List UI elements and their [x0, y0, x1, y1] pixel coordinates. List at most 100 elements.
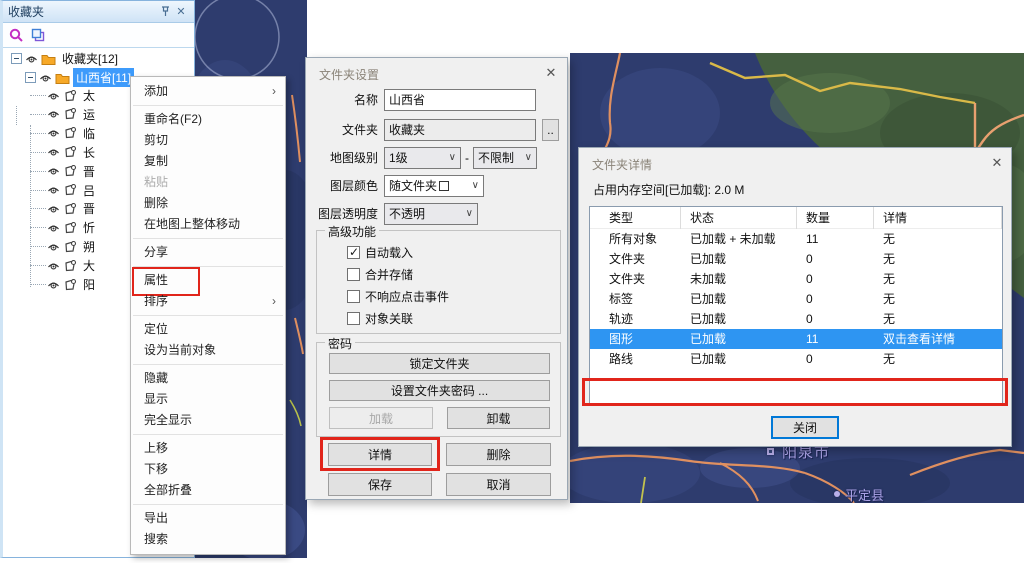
tree-row-root[interactable]: 收藏夹[12] [11, 49, 121, 68]
tree-row[interactable]: 运 [47, 105, 98, 124]
details-button[interactable]: 详情 [328, 443, 432, 466]
column-header[interactable]: 详情 [874, 207, 1002, 229]
menu-item[interactable]: 定位 [131, 319, 285, 340]
menu-item[interactable]: 排序› [131, 291, 285, 312]
menu-item[interactable]: 复制 [131, 151, 285, 172]
tree-row[interactable]: 长 [47, 143, 98, 162]
tree-item-label[interactable]: 晋 [80, 162, 98, 181]
tree-row[interactable]: 忻 [47, 218, 98, 237]
layer-color-dropdown[interactable]: 随文件夹∨ [384, 175, 484, 197]
browse-button[interactable]: .. [542, 119, 559, 141]
menu-item[interactable]: 隐藏 [131, 368, 285, 389]
table-row[interactable]: 标签已加载0无 [590, 289, 1002, 309]
table-row[interactable]: 文件夹未加载0无 [590, 269, 1002, 289]
tree-row[interactable]: 晋 [47, 199, 98, 218]
set-password-button[interactable]: 设置文件夹密码 ... [329, 380, 550, 401]
checkbox[interactable] [347, 290, 360, 303]
tree-root-label[interactable]: 收藏夹[12] [59, 49, 121, 68]
tree-item-label[interactable]: 忻 [80, 218, 98, 237]
menu-item[interactable]: 搜索 [131, 529, 285, 550]
checkbox-row[interactable]: 对象关联 [347, 310, 413, 326]
lock-folder-button[interactable]: 锁定文件夹 [329, 353, 550, 374]
menu-item[interactable]: 添加› [131, 81, 285, 102]
close-icon[interactable]: ✕ [989, 155, 1005, 171]
folder-input[interactable]: 收藏夹 [384, 119, 536, 141]
tree-selected-label[interactable]: 山西省[11] [73, 68, 134, 87]
tree-row[interactable]: 朔 [47, 237, 98, 256]
level-to-dropdown[interactable]: 不限制∨ [473, 147, 537, 169]
tree-row[interactable]: 阳 [47, 275, 98, 294]
checkbox-checked[interactable] [347, 246, 360, 259]
close-icon[interactable]: ✕ [173, 5, 189, 19]
eye-icon[interactable] [47, 204, 60, 214]
unload-button[interactable]: 卸载 [447, 407, 550, 429]
tree-row[interactable]: 大 [47, 256, 98, 275]
menu-item[interactable]: 重命名(F2) [131, 109, 285, 130]
copy-icon[interactable] [31, 28, 46, 42]
eye-icon[interactable] [47, 261, 60, 271]
eye-icon[interactable] [47, 109, 60, 119]
table-row[interactable]: 所有对象已加载 + 未加载11无 [590, 229, 1002, 249]
checkbox-row[interactable]: 合并存储 [347, 266, 413, 282]
checkbox-row[interactable]: 自动载入 [347, 244, 413, 260]
eye-icon[interactable] [47, 91, 60, 101]
menu-item[interactable]: 上移 [131, 438, 285, 459]
eye-icon[interactable] [47, 166, 60, 176]
column-header[interactable]: 状态 [681, 207, 797, 229]
menu-item[interactable]: 分享 [131, 242, 285, 263]
tree-row[interactable]: 太 [47, 86, 98, 105]
menu-item[interactable]: 显示 [131, 389, 285, 410]
table-row[interactable]: 图形已加载11双击查看详情 [590, 329, 1002, 349]
tree-row[interactable]: 临 [47, 124, 98, 143]
menu-item[interactable]: 粘贴 [131, 172, 285, 193]
table-row[interactable]: 路线已加载0无 [590, 349, 1002, 369]
load-button[interactable]: 加载 [329, 407, 433, 429]
eye-icon[interactable] [47, 280, 60, 290]
eye-icon[interactable] [47, 147, 60, 157]
tree-row-selected[interactable]: 山西省[11] [25, 68, 134, 87]
tree-item-label[interactable]: 吕 [80, 181, 98, 200]
level-from-dropdown[interactable]: 1级∨ [384, 147, 461, 169]
tree-item-label[interactable]: 临 [80, 124, 98, 143]
close-icon[interactable]: ✕ [543, 65, 559, 81]
eye-icon[interactable] [47, 223, 60, 233]
save-button[interactable]: 保存 [328, 473, 432, 496]
pin-icon[interactable] [157, 5, 173, 19]
tree-item-label[interactable]: 运 [80, 105, 98, 124]
column-header[interactable]: 数量 [797, 207, 874, 229]
menu-item[interactable]: 属性 [131, 270, 285, 291]
menu-item[interactable]: 剪切 [131, 130, 285, 151]
eye-icon[interactable] [25, 54, 38, 64]
eye-icon[interactable] [39, 73, 52, 83]
checkbox[interactable] [347, 312, 360, 325]
menu-item[interactable]: 设为当前对象 [131, 340, 285, 361]
table-row[interactable]: 轨迹已加载0无 [590, 309, 1002, 329]
tree-item-label[interactable]: 太 [80, 86, 98, 105]
tree-row[interactable]: 晋 [47, 162, 98, 181]
search-icon[interactable] [9, 28, 23, 42]
close-button[interactable]: 关闭 [771, 416, 839, 439]
collapse-icon[interactable] [11, 53, 22, 64]
menu-item[interactable]: 下移 [131, 459, 285, 480]
menu-item[interactable]: 删除 [131, 193, 285, 214]
tree-item-label[interactable]: 大 [80, 256, 98, 275]
menu-item[interactable]: 在地图上整体移动 [131, 214, 285, 235]
menu-item[interactable]: 完全显示 [131, 410, 285, 431]
checkbox-row[interactable]: 不响应点击事件 [347, 288, 449, 304]
tree-item-label[interactable]: 朔 [80, 237, 98, 256]
layer-opacity-dropdown[interactable]: 不透明∨ [384, 203, 478, 225]
tree-item-label[interactable]: 晋 [80, 199, 98, 218]
eye-icon[interactable] [47, 128, 60, 138]
tree-row[interactable]: 吕 [47, 181, 98, 200]
tree-item-label[interactable]: 长 [80, 143, 98, 162]
cancel-button[interactable]: 取消 [446, 473, 551, 496]
eye-icon[interactable] [47, 242, 60, 252]
name-input[interactable]: 山西省 [384, 89, 536, 111]
checkbox[interactable] [347, 268, 360, 281]
details-table[interactable]: 类型状态数量详情 所有对象已加载 + 未加载11无文件夹已加载0无文件夹未加载0… [589, 206, 1003, 406]
table-row[interactable]: 文件夹已加载0无 [590, 249, 1002, 269]
eye-icon[interactable] [47, 185, 60, 195]
column-header[interactable]: 类型 [590, 207, 681, 229]
delete-button[interactable]: 删除 [446, 443, 551, 466]
collapse-icon[interactable] [25, 72, 36, 83]
